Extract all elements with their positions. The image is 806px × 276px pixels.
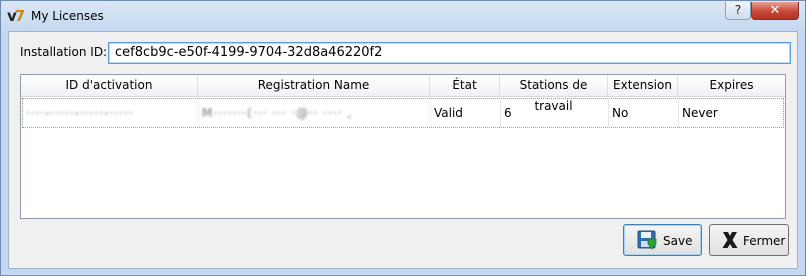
x-mark-icon [722,232,738,248]
column-header-expires[interactable]: Expires [678,75,785,96]
licenses-window: v7 My Licenses ? ✕ Installation ID: cef8… [0,0,806,276]
column-header-registration-name[interactable]: Registration Name [198,75,430,96]
column-header-workstations[interactable]: Stations de travail [500,75,608,113]
floppy-disk-icon [637,230,657,250]
installation-id-field[interactable]: cef8cb9c-e50f-4199-9704-32d8a46220f2 [108,42,791,64]
cell-workstations: 6 [501,99,609,127]
save-button-label: Save [663,234,693,248]
title-bar: v7 My Licenses ? ✕ [1,1,805,31]
column-header-extension[interactable]: Extension [608,75,678,96]
cell-registration-name: M·······(··· ··· ·@·· ···· , [199,99,431,127]
dialog-body: Installation ID: cef8cb9c-e50f-4199-9704… [8,31,798,269]
cell-state: Valid [431,99,501,127]
window-title: My Licenses [31,9,104,23]
cell-expires: Never [682,106,718,120]
help-button[interactable]: ? [725,2,751,20]
table-header: ID d'activation Registration Name État S… [21,75,785,113]
close-button-label: Fermer [743,234,786,248]
save-button[interactable]: Save [623,224,702,256]
table-row[interactable]: ····-·····-·····-····· M·······(··· ··· … [22,98,784,128]
column-header-state[interactable]: État [430,75,500,96]
app-logo-icon: v7 [7,7,25,25]
close-button[interactable]: Fermer [709,224,789,256]
installation-id-label: Installation ID: [20,45,108,59]
column-header-activation-id[interactable]: ID d'activation [21,75,198,96]
cell-activation-id: ····-·····-·····-····· [23,99,199,127]
licenses-table: ID d'activation Registration Name État S… [20,74,786,219]
window-close-button[interactable]: ✕ [751,2,799,20]
cell-extension: No [609,99,679,127]
